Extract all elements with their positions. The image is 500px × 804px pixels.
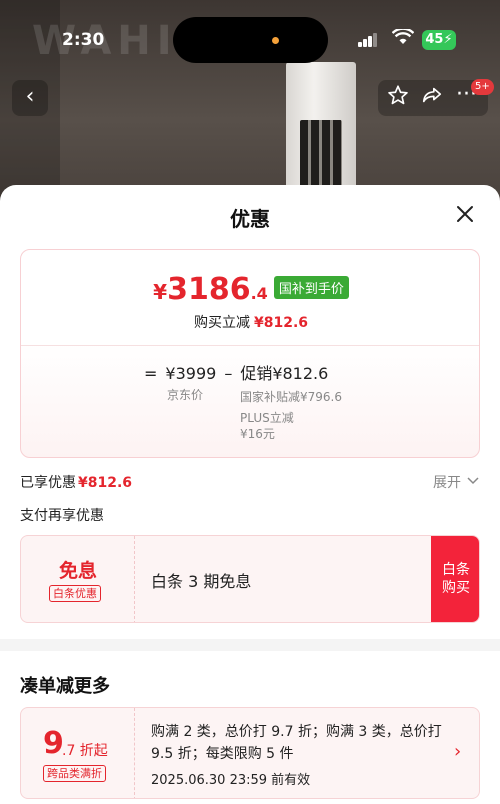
close-icon — [457, 206, 473, 222]
baitiao-offer-badge: 免息 白条优惠 — [21, 536, 135, 622]
baitiao-offer-card[interactable]: 免息 白条优惠 白条 3 期免息 白条 购买 — [20, 535, 480, 623]
divider — [21, 345, 479, 346]
wifi-icon — [391, 27, 415, 50]
discount-sheet: 优惠 ¥3186.4 国补到手价 购买立减 ¥812.6 = ¥3999– 促销¥812… — [0, 185, 500, 804]
battery-indicator: 45⚡ — [422, 30, 456, 50]
bundle-promo-text: 购满 2 类，总价打 9.7 折；购满 3 类，总价打 9.5 折；每类限购 5… — [151, 724, 442, 762]
chevron-right-icon: › — [454, 741, 462, 762]
sheet-title: 优惠 — [230, 207, 270, 231]
status-time: 2:30 — [62, 30, 105, 50]
discount-number: 9 — [43, 726, 64, 761]
share-button[interactable] — [421, 84, 443, 111]
plus-detail: PLUS立减¥16元 — [240, 411, 294, 441]
subsidy-price-tag: 国补到手价 — [273, 276, 349, 299]
bundle-promo-expiry: 2025.06.30 23:59 前有效 — [151, 773, 311, 788]
interest-free-label: 免息 — [58, 560, 97, 582]
base-price-label: 京东价 — [167, 388, 204, 402]
expand-toggle[interactable]: 展开 — [433, 472, 479, 492]
recording-indicator-icon — [272, 37, 279, 44]
final-price: ¥3186.4 国补到手价 — [21, 272, 479, 307]
promo-total: 促销¥812.6 — [240, 364, 329, 383]
dynamic-island — [173, 17, 328, 63]
cross-category-chip: 跨品类满折 — [43, 765, 106, 782]
baitiao-offer-text: 白条 3 期免息 — [151, 572, 252, 591]
baitiao-chip: 白条优惠 — [49, 585, 101, 602]
base-price: ¥3999 — [165, 364, 217, 383]
share-icon — [422, 87, 442, 103]
pay-discount-heading: 支付再享优惠 — [20, 508, 104, 524]
favorite-button[interactable] — [387, 84, 409, 111]
status-bar: 2:30 45⚡ — [0, 0, 500, 63]
discount-suffix: .7 折起 — [62, 743, 108, 759]
price-card: ¥3186.4 国补到手价 购买立减 ¥812.6 = ¥3999– 促销¥812.6 … — [20, 249, 480, 458]
subsidy-detail: 国家补贴减¥796.6 — [240, 390, 342, 404]
signal-icon — [358, 33, 378, 47]
back-button[interactable]: ‹ — [12, 80, 48, 116]
enjoyed-discount: 已享优惠 ¥812.6 — [20, 475, 133, 491]
baitiao-buy-button[interactable]: 白条 购买 — [431, 536, 479, 622]
price-calculation: = ¥3999– 促销¥812.6 — [144, 364, 329, 383]
chevron-left-icon: ‹ — [25, 84, 35, 109]
bundle-section-title: 凑单减更多 — [20, 676, 110, 697]
bundle-promo-card[interactable]: 9 .7 折起 跨品类满折 购满 2 类，总价打 9.7 折；购满 3 类，总价… — [20, 707, 480, 799]
star-icon — [388, 85, 408, 105]
close-button[interactable] — [452, 201, 478, 227]
message-badge: 5+ — [471, 79, 494, 95]
chevron-down-icon — [467, 477, 479, 485]
buy-discount-line: 购买立减 ¥812.6 — [193, 315, 309, 331]
bundle-promo-badge: 9 .7 折起 跨品类满折 — [21, 708, 135, 798]
section-gap — [0, 639, 500, 651]
